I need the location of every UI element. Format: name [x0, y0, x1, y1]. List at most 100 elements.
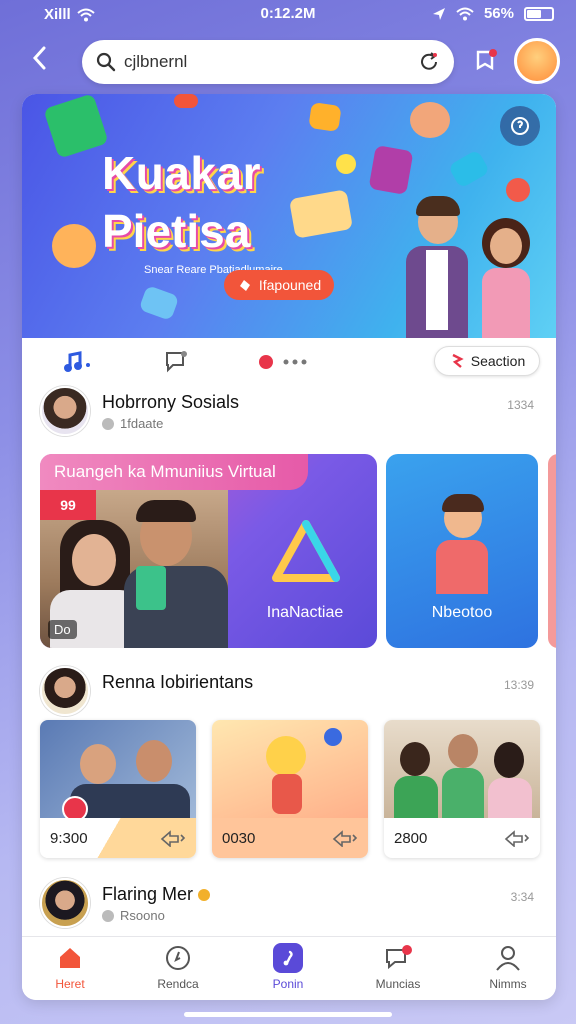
nav-messages[interactable]: Muncias	[358, 943, 438, 999]
home-indicator[interactable]	[184, 1012, 392, 1017]
compass-icon	[163, 943, 193, 973]
verified-icon	[198, 889, 211, 902]
featured-card-large[interactable]: Ruangeh ka Mmuniius Virtual 99 Do InaNac…	[40, 454, 377, 648]
featured-badge: 99	[40, 490, 96, 520]
post-header[interactable]: Renna Iobirientans 13:39	[22, 662, 556, 718]
sticker-shape	[52, 224, 96, 268]
media-tiles: 9:300 0030 2800	[40, 720, 550, 858]
featured-carousel[interactable]: Ruangeh ka Mmuniius Virtual 99 Do InaNac…	[40, 454, 556, 650]
nav-messages-label: Muncias	[375, 977, 421, 991]
post-author-name-text: Flaring Mer	[102, 884, 194, 904]
section-button[interactable]: Seaction	[434, 346, 540, 376]
share-icon[interactable]	[332, 829, 358, 847]
nav-create-label: Ponin	[272, 977, 304, 991]
nav-home[interactable]: Heret	[30, 943, 110, 999]
tile-footer: 9:300	[40, 818, 196, 858]
location-icon	[432, 7, 445, 20]
post-meta-text: Rsoono	[120, 908, 165, 923]
sticker-shape	[336, 154, 356, 174]
status-right: 56%	[432, 5, 554, 22]
media-tile[interactable]: 2800	[384, 720, 540, 858]
nav-home-label: Heret	[55, 977, 85, 991]
banner-title: Kuakar	[102, 147, 261, 199]
action-icon-row: Seaction	[22, 342, 556, 382]
profile-avatar[interactable]	[514, 38, 560, 84]
feed-card: Kuakar Pietisa Snear Reare Pbatiadlumair…	[22, 94, 556, 1000]
help-button[interactable]	[500, 106, 540, 146]
featured-card-peek[interactable]	[548, 454, 556, 648]
search-input[interactable]: cjlbnernl	[124, 52, 418, 72]
battery-icon	[524, 6, 554, 21]
hero-banner[interactable]: Kuakar Pietisa Snear Reare Pbatiadlumair…	[22, 94, 556, 338]
media-tile[interactable]: 9:300	[40, 720, 196, 858]
featured-caption: InaNactiae	[266, 604, 344, 621]
home-icon	[55, 943, 85, 973]
post-time: 3:34	[510, 890, 534, 904]
post-header[interactable]: Hobrrony Sosials 1fdaate 1334	[22, 382, 556, 438]
avatar[interactable]	[40, 386, 90, 436]
post-meta-text: 1fdaate	[120, 416, 164, 431]
chat-icon	[383, 943, 413, 973]
comment-icon	[166, 351, 187, 373]
nav-explore[interactable]: Rendca	[138, 943, 218, 999]
avatar[interactable]	[40, 878, 90, 928]
music-share-button[interactable]	[62, 348, 92, 376]
media-tile[interactable]: 0030	[212, 720, 368, 858]
search-bar[interactable]: cjlbnernl	[82, 40, 454, 84]
section-icon	[452, 353, 464, 368]
hand-icon	[239, 280, 250, 291]
tile-value: 9:300	[50, 829, 88, 847]
music-note-icon	[64, 351, 90, 372]
kid-illustration	[432, 494, 492, 594]
post-author-name[interactable]: Renna Iobirientans	[102, 672, 253, 693]
status-bar: Xilll 0:12.2M 56%	[0, 0, 576, 30]
tile-value: 2800	[394, 829, 428, 847]
featured-label: Ruangeh ka Mmuniius Virtual	[40, 454, 308, 490]
post-time: 13:39	[503, 678, 534, 692]
refresh-icon[interactable]	[418, 51, 440, 73]
featured-counter: Do	[48, 620, 77, 639]
share-icon[interactable]	[504, 829, 530, 847]
post-meta: 1fdaate	[102, 416, 163, 431]
tile-image	[384, 720, 540, 818]
nav-create[interactable]: Ponin	[248, 943, 328, 999]
sticker-shape	[174, 94, 198, 108]
sticker-shape	[308, 102, 342, 132]
nav-profile-label: Nimms	[489, 977, 527, 991]
post-author-name[interactable]: Hobrrony Sosials	[102, 392, 239, 413]
notifications-button[interactable]	[468, 44, 504, 80]
post-meta: Rsoono	[102, 908, 165, 923]
person-icon	[493, 943, 523, 973]
wifi-icon-right	[456, 7, 474, 20]
banner-title-2: Pietisa	[102, 205, 251, 257]
banner-cta-label: Ifapounеd	[258, 277, 322, 293]
nav-explore-label: Rendca	[157, 977, 199, 991]
illustration-man	[402, 196, 472, 338]
comment-button[interactable]	[162, 348, 192, 376]
sticker-shape	[506, 178, 530, 202]
sticker-shape	[138, 284, 180, 322]
sticker-shape	[368, 145, 414, 195]
banner-cta-button[interactable]: Ifapounеd	[224, 270, 334, 300]
sticker-shape	[410, 102, 450, 138]
tile-footer: 2800	[384, 818, 540, 858]
post-header[interactable]: Flaring Mer Rsoono 3:34	[22, 874, 556, 930]
music-icon	[273, 943, 303, 973]
featured-card-small[interactable]: Nbeotoo	[386, 454, 538, 648]
triangle-logo-icon	[272, 520, 340, 582]
back-button[interactable]	[28, 44, 56, 76]
tile-value: 0030	[222, 829, 256, 847]
share-icon[interactable]	[160, 829, 186, 847]
avatar[interactable]	[40, 666, 90, 716]
sticker-shape	[288, 189, 354, 239]
meta-icon	[102, 417, 114, 430]
bottom-nav: Heret Rendca Ponin Muncias Nimms	[22, 936, 556, 1000]
chevron-left-icon	[32, 46, 46, 70]
featured-small-caption: Nbeotoo	[431, 604, 493, 621]
more-dots-icon	[259, 355, 307, 369]
nav-profile[interactable]: Nimms	[468, 943, 548, 999]
post-author-name[interactable]: Flaring Mer	[102, 884, 211, 905]
meta-icon	[102, 909, 114, 922]
sticker-shape	[447, 149, 491, 189]
more-options-button[interactable]	[258, 348, 314, 376]
